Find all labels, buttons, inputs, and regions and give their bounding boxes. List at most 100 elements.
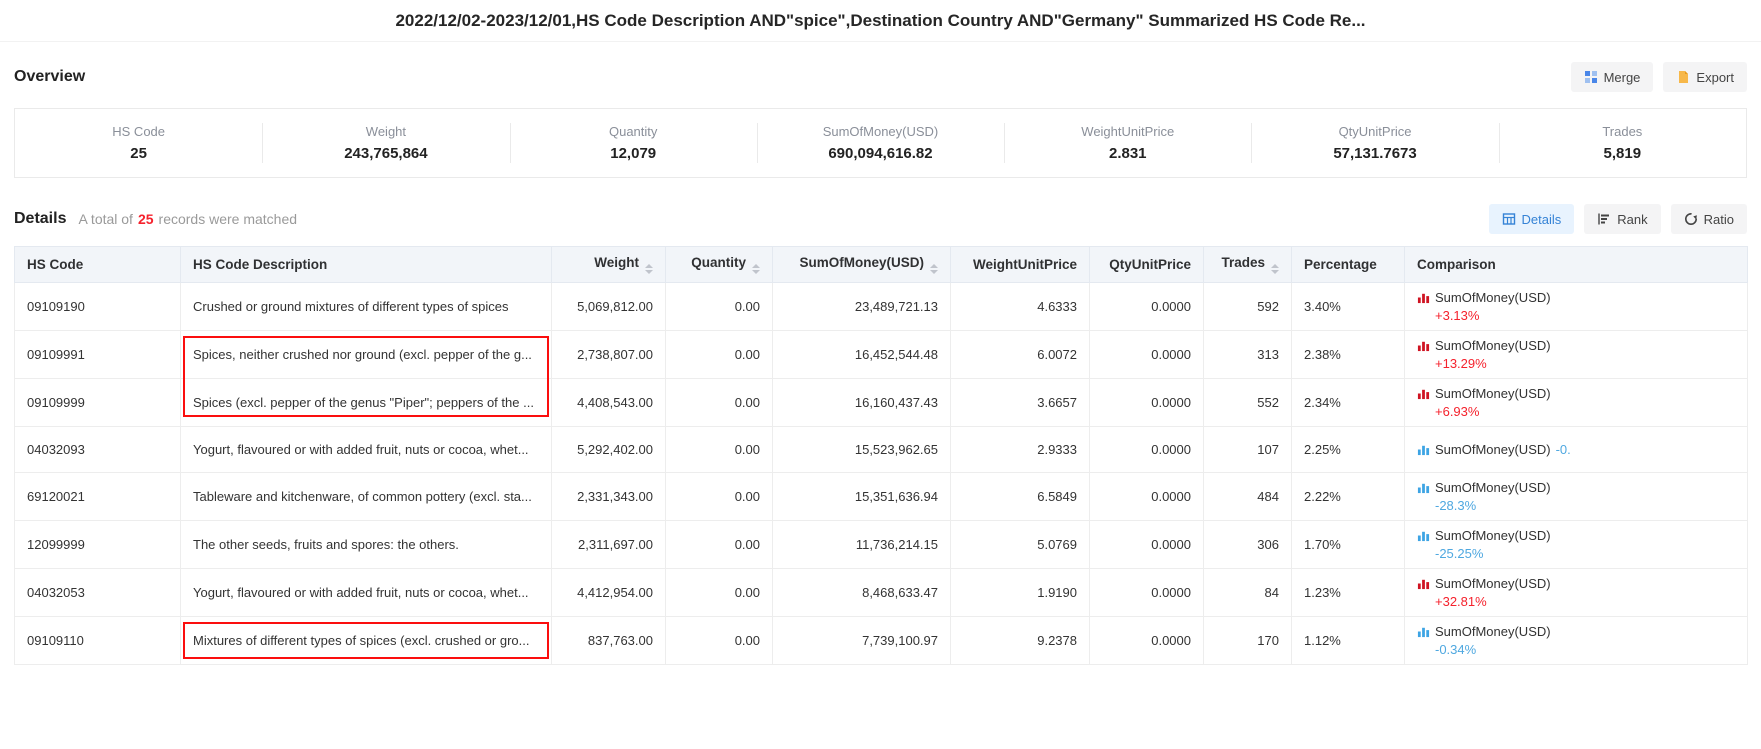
hs-description-cell: Mixtures of different types of spices (e…: [181, 617, 552, 665]
qty-unit-price-cell: 0.0000: [1090, 379, 1204, 427]
stat-label: QtyUnitPrice: [1339, 124, 1412, 139]
bar-chart-icon: [1417, 529, 1430, 542]
hs-description-cell: The other seeds, fruits and spores: the …: [181, 521, 552, 569]
comparison-metric-line: SumOfMoney(USD): [1417, 289, 1735, 306]
stat-label: WeightUnitPrice: [1081, 124, 1174, 139]
trades-cell: 306: [1204, 521, 1292, 569]
hs-code-cell: 09109110: [15, 617, 181, 665]
column-header[interactable]: Weight: [552, 247, 666, 283]
sort-carets-icon[interactable]: [752, 264, 760, 274]
percentage-cell: 3.40%: [1292, 283, 1405, 331]
column-header[interactable]: SumOfMoney(USD): [773, 247, 951, 283]
comparison-metric-label: SumOfMoney(USD): [1435, 623, 1551, 640]
bar-chart-icon: [1417, 339, 1430, 352]
rank-view-button[interactable]: Rank: [1584, 204, 1660, 234]
column-header[interactable]: Percentage: [1292, 247, 1405, 283]
comparison-metric-label: SumOfMoney(USD): [1435, 337, 1551, 354]
titlebar: 2022/12/02-2023/12/01,HS Code Descriptio…: [0, 0, 1761, 42]
trades-cell: 484: [1204, 473, 1292, 521]
column-header[interactable]: QtyUnitPrice: [1090, 247, 1204, 283]
comparison-change-value: -28.3%: [1435, 497, 1735, 514]
summary-suffix: records were matched: [159, 211, 298, 227]
trades-cell: 313: [1204, 331, 1292, 379]
hs-description-cell: Yogurt, flavoured or with added fruit, n…: [181, 427, 552, 473]
overview-stats: HS Code 25 Weight 243,765,864 Quantity 1…: [14, 108, 1747, 178]
quantity-cell: 0.00: [666, 473, 773, 521]
column-header-label: WeightUnitPrice: [973, 257, 1077, 272]
percentage-cell: 2.38%: [1292, 331, 1405, 379]
comparison-cell: SumOfMoney(USD) +6.93%: [1405, 379, 1748, 427]
table-row: 69120021 Tableware and kitchenware, of c…: [15, 473, 1748, 521]
stat-card: QtyUnitPrice 57,131.7673: [1251, 109, 1498, 177]
sort-carets-icon[interactable]: [1271, 264, 1279, 274]
table-row: 09109991 Spices, neither crushed nor gro…: [15, 331, 1748, 379]
column-header[interactable]: Comparison: [1405, 247, 1748, 283]
ratio-circular-icon: [1684, 212, 1698, 226]
export-button-label: Export: [1696, 70, 1734, 85]
details-view-label: Details: [1522, 212, 1562, 227]
weight-cell: 2,738,807.00: [552, 331, 666, 379]
comparison-block: SumOfMoney(USD) -28.3%: [1417, 479, 1735, 514]
column-header[interactable]: HS Code: [15, 247, 181, 283]
details-section-header: Details A total of 25 records were match…: [0, 204, 1761, 234]
details-view-button[interactable]: Details: [1489, 204, 1575, 234]
merge-button[interactable]: Merge: [1571, 62, 1654, 92]
column-header[interactable]: Quantity: [666, 247, 773, 283]
column-header-label: QtyUnitPrice: [1109, 257, 1191, 272]
column-header[interactable]: Trades: [1204, 247, 1292, 283]
stat-card: WeightUnitPrice 2.831: [1004, 109, 1251, 177]
sum-of-money-cell: 23,489,721.13: [773, 283, 951, 331]
percentage-cell: 2.34%: [1292, 379, 1405, 427]
weight-cell: 837,763.00: [552, 617, 666, 665]
table-icon: [1502, 212, 1516, 226]
weight-unit-price-cell: 6.5849: [951, 473, 1090, 521]
stat-label: Weight: [366, 124, 406, 139]
table-row: 09109190 Crushed or ground mixtures of d…: [15, 283, 1748, 331]
table-body: 09109190 Crushed or ground mixtures of d…: [15, 283, 1748, 665]
qty-unit-price-cell: 0.0000: [1090, 473, 1204, 521]
table-row: 09109999 Spices (excl. pepper of the gen…: [15, 379, 1748, 427]
hs-code-cell: 09109991: [15, 331, 181, 379]
hs-description-cell: Tableware and kitchenware, of common pot…: [181, 473, 552, 521]
comparison-cell: SumOfMoney(USD) -25.25%: [1405, 521, 1748, 569]
column-header-label: Weight: [594, 255, 639, 270]
hs-code-cell: 09109190: [15, 283, 181, 331]
sort-carets-icon[interactable]: [645, 264, 653, 274]
hs-description-text: Spices (excl. pepper of the genus "Piper…: [193, 395, 534, 410]
page: 2022/12/02-2023/12/01,HS Code Descriptio…: [0, 0, 1761, 665]
overview-section-header: Overview Merge Export: [0, 62, 1761, 92]
sort-carets-icon[interactable]: [930, 264, 938, 274]
comparison-metric-label: SumOfMoney(USD): [1435, 385, 1551, 402]
hs-description-text: The other seeds, fruits and spores: the …: [193, 537, 459, 552]
table-row: 04032053 Yogurt, flavoured or with added…: [15, 569, 1748, 617]
quantity-cell: 0.00: [666, 569, 773, 617]
bar-chart-icon: [1417, 291, 1430, 304]
stat-value: 243,765,864: [344, 145, 427, 162]
view-switcher: Details Rank Ratio: [1489, 204, 1747, 234]
comparison-block: SumOfMoney(USD) -0.: [1417, 441, 1735, 458]
stat-card: Weight 243,765,864: [262, 109, 509, 177]
comparison-cell: SumOfMoney(USD) +13.29%: [1405, 331, 1748, 379]
quantity-cell: 0.00: [666, 379, 773, 427]
hs-description-text: Spices, neither crushed nor ground (excl…: [193, 347, 532, 362]
stat-label: HS Code: [112, 124, 165, 139]
summary-prefix: A total of: [78, 211, 132, 227]
rank-icon: [1597, 212, 1611, 226]
sum-of-money-cell: 7,739,100.97: [773, 617, 951, 665]
hs-description-text: Yogurt, flavoured or with added fruit, n…: [193, 442, 529, 457]
hs-description-text: Crushed or ground mixtures of different …: [193, 299, 509, 314]
hs-description-text: Mixtures of different types of spices (e…: [193, 633, 529, 648]
column-header-label: Trades: [1221, 255, 1265, 270]
qty-unit-price-cell: 0.0000: [1090, 617, 1204, 665]
comparison-block: SumOfMoney(USD) +32.81%: [1417, 575, 1735, 610]
column-header[interactable]: HS Code Description: [181, 247, 552, 283]
weight-unit-price-cell: 4.6333: [951, 283, 1090, 331]
export-button[interactable]: Export: [1663, 62, 1747, 92]
hs-description-text: Yogurt, flavoured or with added fruit, n…: [193, 585, 529, 600]
ratio-view-button[interactable]: Ratio: [1671, 204, 1747, 234]
table-row: 12099999 The other seeds, fruits and spo…: [15, 521, 1748, 569]
column-header[interactable]: WeightUnitPrice: [951, 247, 1090, 283]
bar-chart-icon: [1417, 577, 1430, 590]
percentage-cell: 1.12%: [1292, 617, 1405, 665]
hs-code-cell: 04032093: [15, 427, 181, 473]
